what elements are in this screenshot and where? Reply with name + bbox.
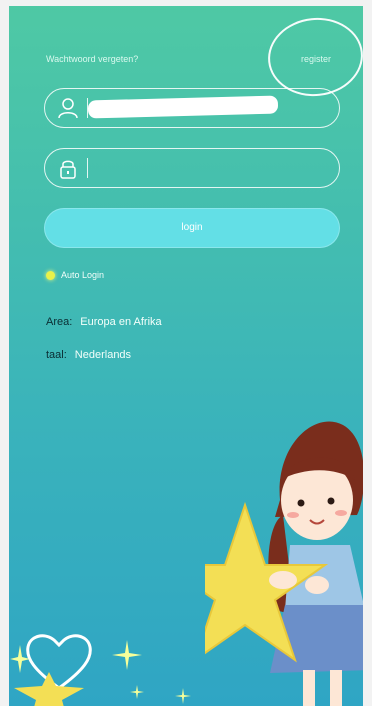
password-field[interactable]	[44, 148, 340, 188]
screenshot-border-right	[363, 0, 372, 706]
sparkle-icon	[112, 640, 142, 670]
star-decoration	[14, 672, 84, 706]
auto-login-indicator[interactable]	[46, 270, 55, 280]
password-input[interactable]	[95, 159, 325, 177]
screenshot-border-left	[0, 0, 9, 706]
auto-login-label: Auto Login	[61, 270, 105, 280]
login-screen: Wachtwoord vergeten? register login Auto…	[0, 0, 372, 706]
forgot-password-link[interactable]: Wachtwoord vergeten?	[46, 54, 138, 64]
user-icon	[58, 98, 78, 119]
lock-icon	[60, 160, 76, 179]
sparkle-icon	[175, 688, 191, 704]
area-label: Area:	[46, 316, 73, 328]
password-separator	[87, 158, 88, 178]
language-label: taal:	[46, 349, 67, 361]
auto-login-toggle[interactable]: Auto Login	[46, 270, 104, 280]
area-selector[interactable]: Area: Europa en Afrika	[46, 316, 162, 328]
login-button[interactable]: login	[44, 208, 340, 248]
sparkle-icon	[10, 645, 30, 673]
language-selector[interactable]: taal: Nederlands	[46, 349, 131, 361]
screenshot-border-top	[0, 0, 372, 6]
area-value[interactable]: Europa en Afrika	[80, 316, 161, 328]
sparkle-icon	[130, 685, 144, 699]
girl-with-star-illustration	[205, 421, 372, 706]
language-value[interactable]: Nederlands	[75, 349, 131, 361]
